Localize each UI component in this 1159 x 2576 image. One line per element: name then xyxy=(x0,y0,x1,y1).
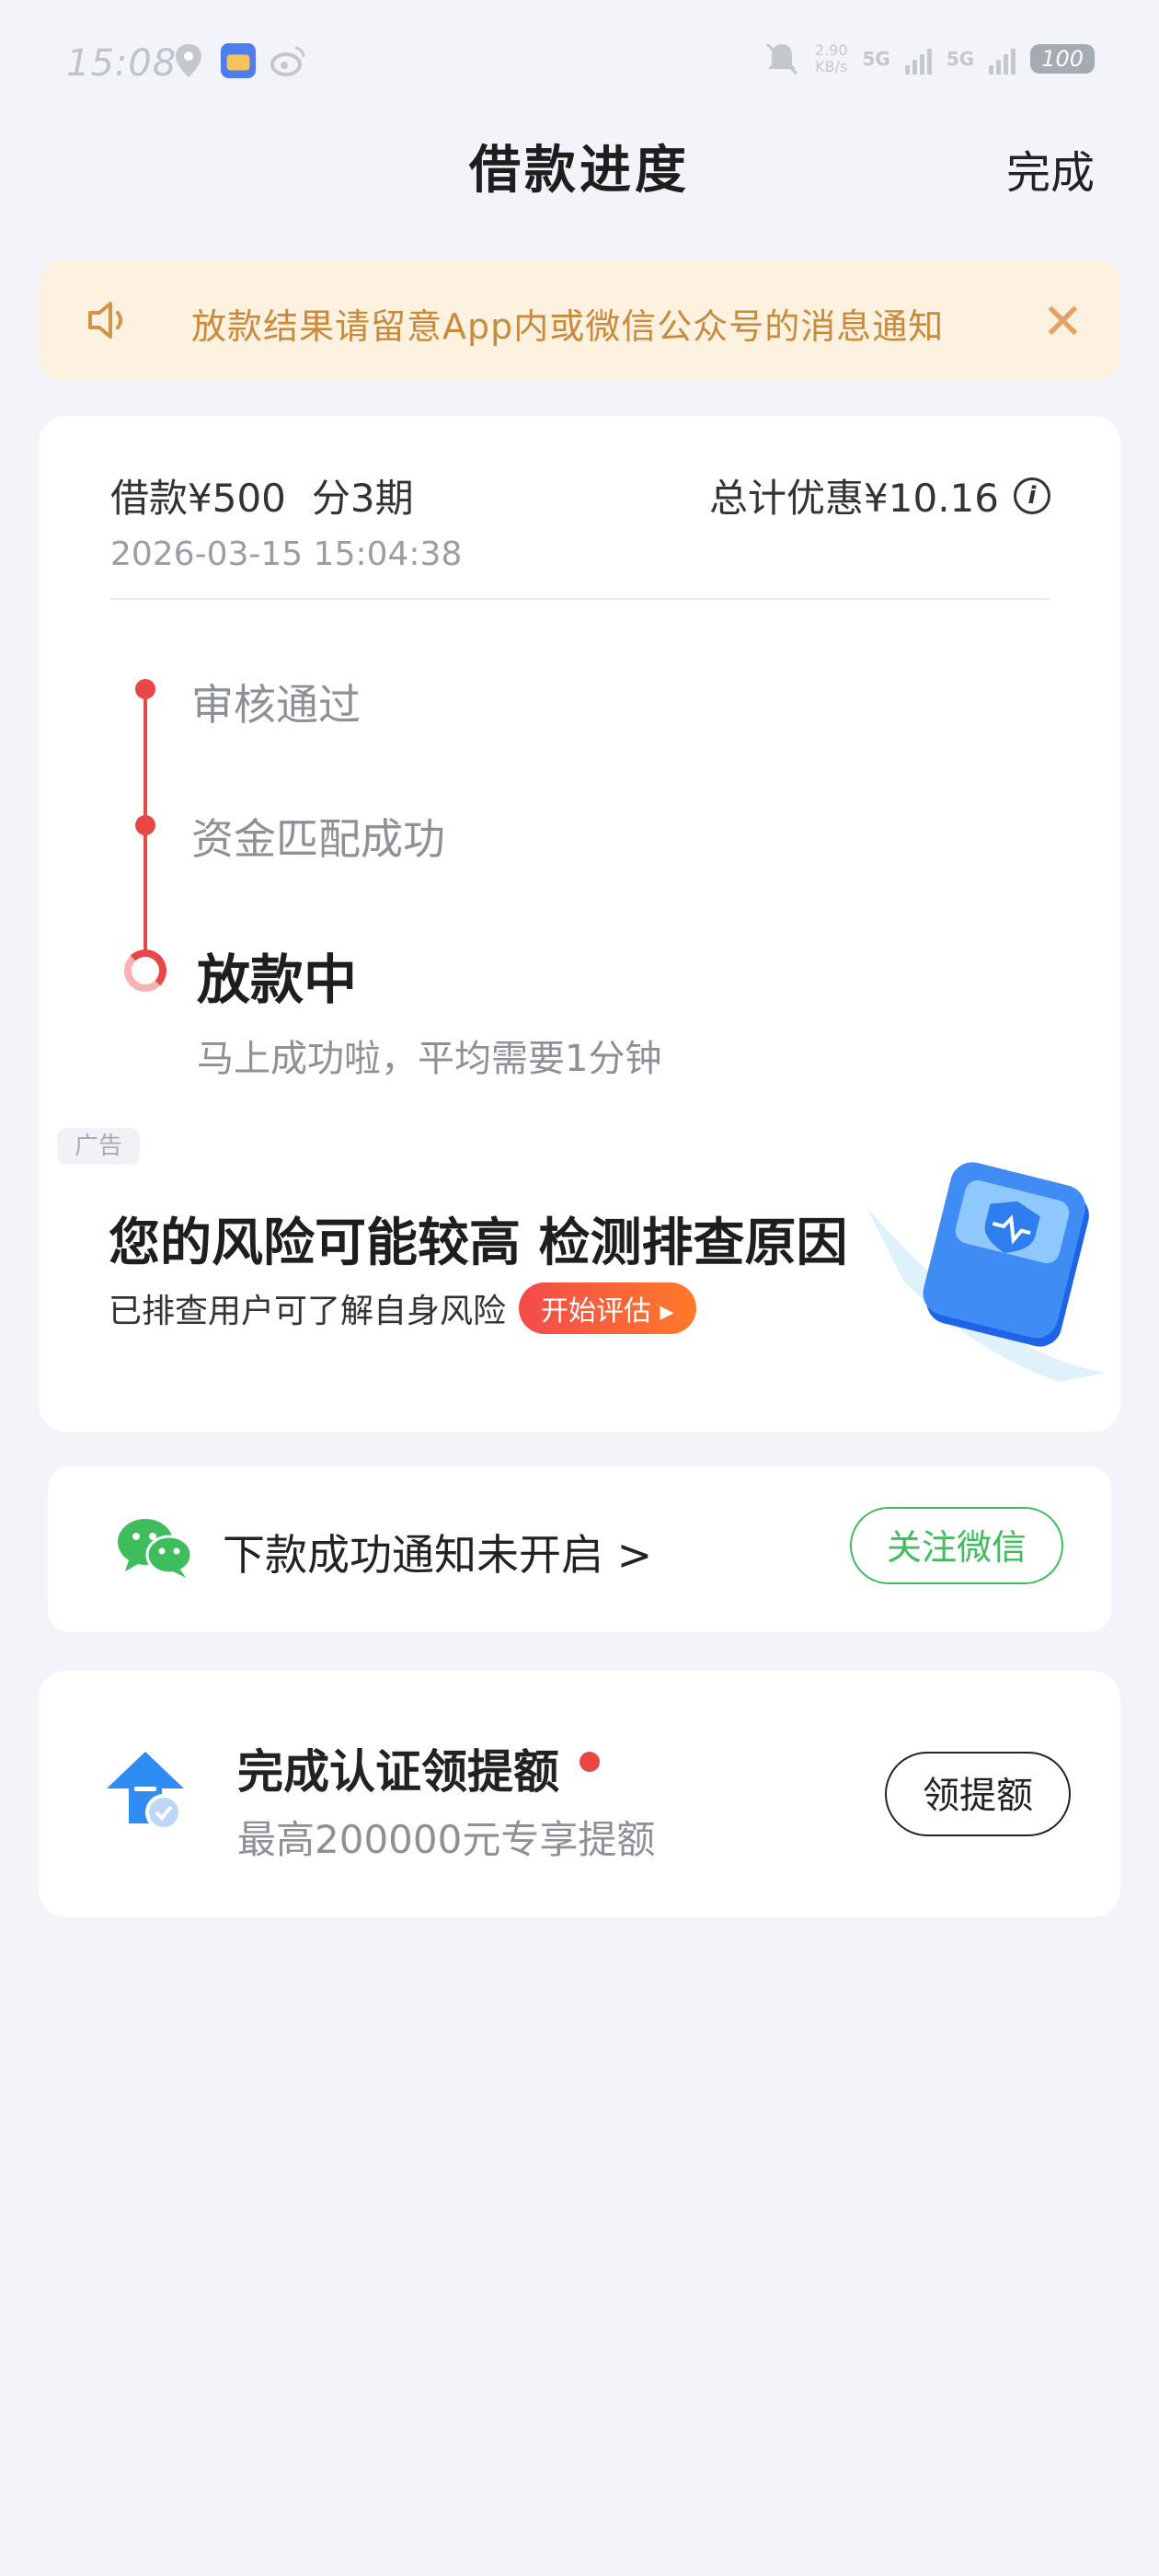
ad-badge: 广告 xyxy=(57,1128,140,1165)
quota-title-row: 完成认证领提额 xyxy=(237,1735,600,1801)
status-right-icons: 2.90 KB/s 5G 5G 100 xyxy=(763,40,1095,77)
loan-periods: 分3期 xyxy=(311,476,414,521)
loan-summary: 借款¥500 分3期 xyxy=(110,467,414,523)
timeline-dot-1 xyxy=(135,679,155,699)
loading-ring-icon xyxy=(124,949,166,992)
follow-wechat-button[interactable]: 关注微信 xyxy=(850,1507,1063,1584)
arrow-up-badge-icon xyxy=(107,1750,186,1838)
discount-summary: 总计优惠¥10.16 i xyxy=(709,467,1050,523)
red-dot-badge xyxy=(580,1752,600,1772)
mute-bell-icon xyxy=(763,40,800,77)
shield-card-icon xyxy=(848,1152,1115,1395)
wechat-notify-card: 下款成功通知未开启 > 关注微信 xyxy=(48,1466,1111,1632)
status-app-icons xyxy=(170,42,306,79)
notice-banner: 放款结果请留意App内或微信公众号的消息通知 ✕ xyxy=(39,259,1120,381)
quota-title: 完成认证领提额 xyxy=(237,1745,559,1799)
signal-bars-1-icon xyxy=(904,43,932,75)
page-title: 借款进度 xyxy=(469,141,690,201)
close-icon[interactable]: ✕ xyxy=(1042,293,1084,351)
loan-progress-card: 借款¥500 分3期 2026-03-15 15:04:38 总计优惠¥10.16… xyxy=(39,416,1120,1432)
loan-amount: 借款¥500 xyxy=(110,476,286,521)
timeline-dot-2 xyxy=(135,815,155,835)
network-type-1: 5G xyxy=(862,48,890,70)
info-icon[interactable]: i xyxy=(1014,477,1050,514)
divider xyxy=(110,598,1050,600)
step-funds-matched: 资金匹配成功 xyxy=(191,814,445,864)
step-review-passed: 审核通过 xyxy=(191,680,361,730)
step-disbursing: 放款中 xyxy=(197,949,358,1011)
wechat-notify-text[interactable]: 下款成功通知未开启 > xyxy=(223,1522,652,1582)
signal-bars-2-icon xyxy=(989,43,1016,75)
loan-date: 2026-03-15 15:04:38 xyxy=(110,535,463,573)
notice-text: 放款结果请留意App内或微信公众号的消息通知 xyxy=(191,306,945,347)
network-type-2: 5G xyxy=(946,48,975,70)
ad-subtitle-row: 已排查用户可了解自身风险 开始评估 ▸ xyxy=(109,1282,696,1334)
start-assessment-button[interactable]: 开始评估 ▸ xyxy=(519,1282,696,1334)
quota-card: 完成认证领提额 最高200000元专享提额 领提额 xyxy=(39,1671,1120,1917)
status-bar: 15:08 2.90 KB/s 5G 5G 100 xyxy=(0,0,1159,129)
battery-indicator: 100 xyxy=(1030,44,1095,74)
speaker-icon xyxy=(86,300,132,344)
network-speed: 2.90 KB/s xyxy=(814,41,848,75)
app-notification-icon xyxy=(220,42,257,79)
ad-subtitle: 已排查用户可了解自身风险 xyxy=(109,1293,507,1330)
discount-text: 总计优惠¥10.16 xyxy=(709,476,999,521)
quota-subtitle: 最高200000元专享提额 xyxy=(237,1817,656,1862)
location-icon xyxy=(170,42,207,79)
weibo-icon xyxy=(270,42,306,79)
step-disbursing-desc: 马上成功啦，平均需要1分钟 xyxy=(197,1038,662,1080)
ad-title[interactable]: 您的风险可能较高 检测排查原因 xyxy=(109,1202,848,1276)
get-quota-button[interactable]: 领提额 xyxy=(885,1752,1071,1836)
done-button[interactable]: 完成 xyxy=(1006,136,1095,201)
status-time: 15:08 xyxy=(66,42,178,85)
wechat-icon xyxy=(116,1516,193,1582)
